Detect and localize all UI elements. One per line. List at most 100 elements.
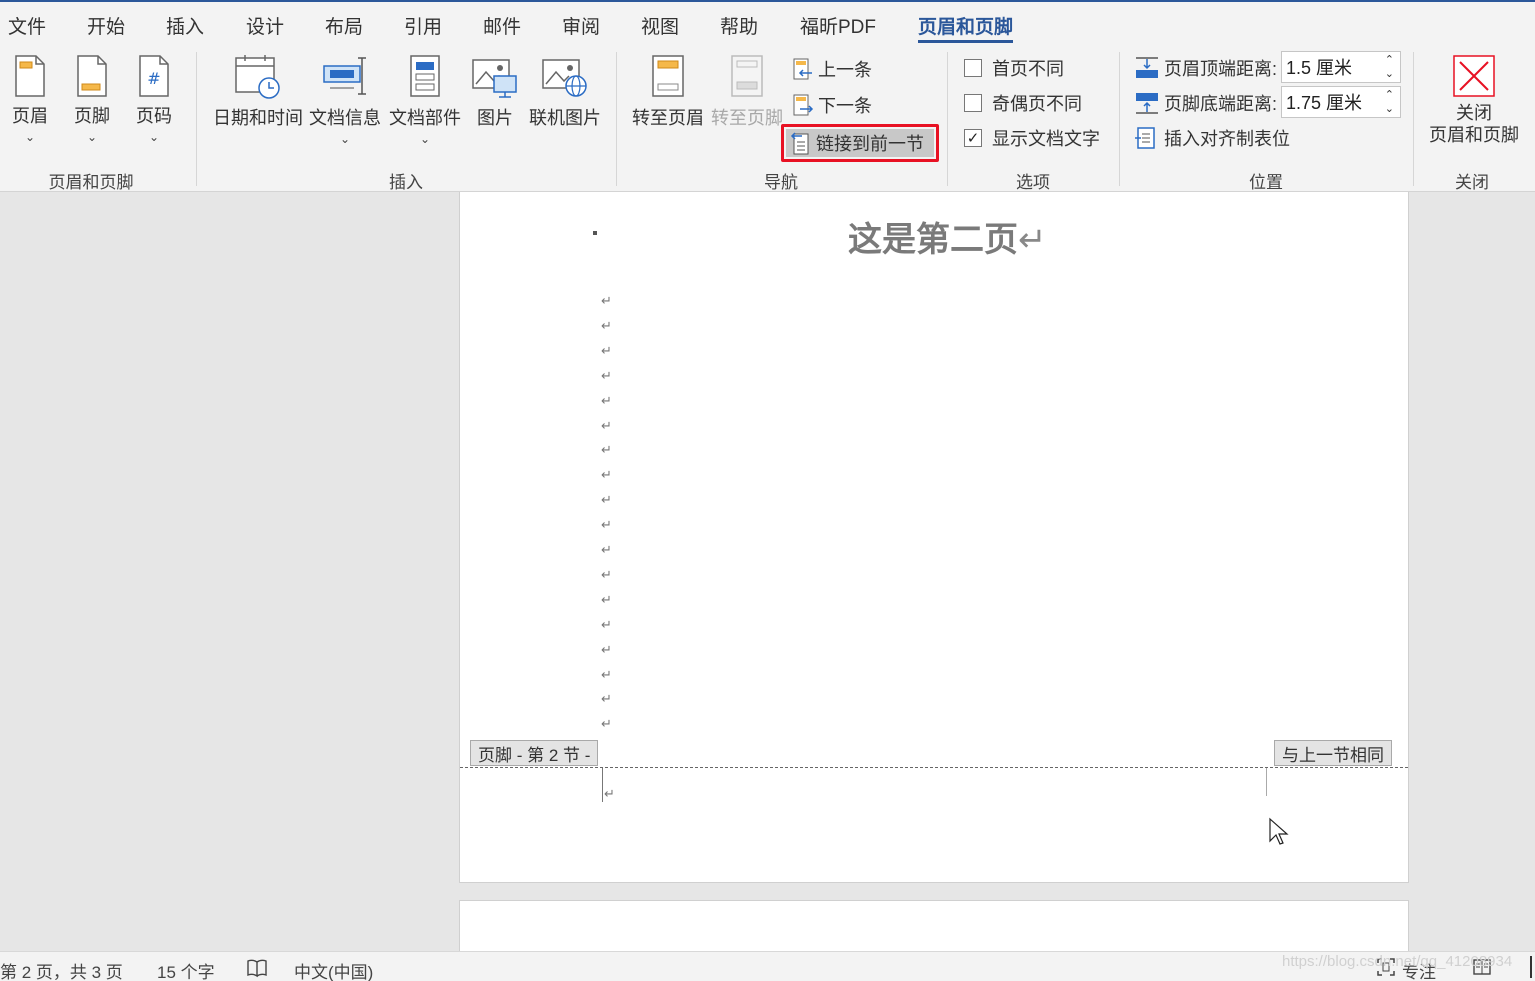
show-document-text-label: 显示文档文字 [992, 129, 1100, 149]
insert-alignment-tab-button[interactable]: 插入对齐制表位 [1134, 123, 1290, 153]
empty-paragraph-mark: ↵ [601, 591, 612, 607]
picture-button[interactable]: 图片 [470, 54, 520, 130]
group-label-insert: 插入 [389, 173, 423, 192]
tab-mailings[interactable]: 邮件 [483, 12, 521, 39]
checkbox-box [964, 59, 982, 77]
tab-foxit-pdf[interactable]: 福昕PDF [800, 12, 876, 39]
goto-footer-button[interactable]: 转至页脚 [709, 54, 785, 130]
alignment-tab-icon [1135, 127, 1155, 149]
header-top-distance-input[interactable] [1282, 56, 1378, 78]
spinner-arrows-icon[interactable]: ⌃ ⌄ [1385, 53, 1394, 81]
calendar-clock-icon [235, 55, 280, 99]
different-first-page-label: 首页不同 [992, 59, 1064, 79]
group-divider [616, 52, 617, 186]
doc-parts-label: 文档部件 [389, 108, 461, 128]
tab-layout[interactable]: 布局 [325, 12, 363, 39]
empty-paragraph-mark: ↵ [601, 641, 612, 657]
group-divider [196, 52, 197, 186]
paragraph-dot [593, 231, 597, 235]
tab-file[interactable]: 文件 [8, 12, 46, 39]
close-icon [1453, 55, 1495, 97]
doc-parts-button[interactable]: 文档部件 ⌄ [386, 54, 464, 146]
footer-icon [77, 55, 107, 97]
next-button[interactable]: 下一条 [792, 90, 872, 120]
close-label-line1: 关闭 [1456, 103, 1492, 123]
next-label: 下一条 [818, 96, 872, 116]
text-cursor [602, 768, 603, 802]
link-to-previous-icon [790, 132, 809, 155]
previous-button[interactable]: 上一条 [792, 54, 872, 84]
group-label-position: 位置 [1249, 173, 1283, 192]
header-top-distance-spinner[interactable]: ⌃⌄ [1281, 51, 1401, 83]
insert-alignment-tab-label: 插入对齐制表位 [1164, 129, 1290, 149]
proofing-book-icon[interactable] [246, 958, 268, 978]
close-header-footer-button[interactable]: 关闭 页眉和页脚 [1425, 54, 1523, 146]
empty-paragraph-mark: ↵ [601, 417, 612, 433]
spinner-arrows-icon[interactable]: ⌃ ⌄ [1385, 88, 1394, 116]
tab-header-footer[interactable]: 页眉和页脚 [918, 12, 1014, 43]
different-first-page-checkbox[interactable]: 首页不同 [964, 55, 1064, 81]
previous-section-icon [793, 58, 812, 80]
empty-paragraph-mark: ↵ [601, 691, 612, 707]
tab-view[interactable]: 视图 [641, 12, 679, 39]
chevron-down-icon: ⌄ [86, 130, 98, 144]
goto-header-icon [652, 55, 684, 97]
footer-bottom-icon [1136, 93, 1158, 114]
empty-paragraph-mark: ↵ [601, 517, 612, 533]
empty-paragraph-mark: ↵ [601, 716, 612, 732]
group-label-close: 关闭 [1455, 173, 1489, 192]
header-label: 页眉 [12, 106, 48, 126]
footer-button[interactable]: 页脚 ⌄ [70, 54, 114, 144]
page-number-label: 页码 [136, 106, 172, 126]
svg-text:#: # [147, 69, 160, 88]
empty-paragraph-mark: ↵ [601, 492, 612, 508]
paragraph-mark: ↵ [1018, 220, 1047, 260]
doc-info-label: 文档信息 [309, 108, 381, 128]
footer-bottom-distance-input[interactable] [1282, 91, 1378, 113]
tab-home[interactable]: 开始 [87, 12, 125, 39]
footer-paragraph-mark: ↵ [604, 786, 615, 801]
watermark-text: https://blog.csdn.net/qq_41208934 [1282, 953, 1513, 970]
footer-bottom-distance-spinner[interactable]: ⌃⌄ [1281, 86, 1401, 118]
online-picture-icon [542, 59, 587, 97]
mouse-pointer-icon [1269, 817, 1289, 845]
empty-paragraph-mark: ↵ [601, 616, 612, 632]
tab-insert[interactable]: 插入 [166, 12, 204, 39]
empty-paragraph-mark: ↵ [601, 367, 612, 383]
tab-design[interactable]: 设计 [246, 12, 284, 39]
tab-review[interactable]: 审阅 [562, 12, 600, 39]
same-as-previous-tag: 与上一节相同 [1274, 740, 1392, 766]
online-picture-button[interactable]: 联机图片 [527, 54, 603, 130]
group-label-navigation: 导航 [764, 173, 798, 192]
empty-paragraph-mark: ↵ [601, 666, 612, 682]
goto-header-button[interactable]: 转至页眉 [630, 54, 706, 130]
header-button[interactable]: 页眉 ⌄ [8, 54, 52, 144]
alignment-tab-marker [1266, 768, 1267, 796]
heading-text: 这是第二页 [848, 220, 1018, 260]
empty-paragraph-mark: ↵ [601, 392, 612, 408]
previous-label: 上一条 [818, 60, 872, 80]
link-to-previous-button[interactable]: 链接到前一节 [790, 128, 924, 158]
show-document-text-checkbox[interactable]: ✓ 显示文档文字 [964, 125, 1100, 151]
language[interactable]: 中文(中国) [294, 958, 373, 981]
document-parts-icon [410, 55, 440, 97]
goto-footer-label: 转至页脚 [711, 108, 783, 128]
date-time-button[interactable]: 日期和时间 [212, 54, 304, 130]
tab-references[interactable]: 引用 [404, 12, 442, 39]
different-odd-even-checkbox[interactable]: 奇偶页不同 [964, 90, 1082, 116]
chevron-down-icon: ⌄ [339, 132, 351, 146]
group-divider [947, 52, 948, 186]
header-icon [15, 55, 45, 97]
group-label-options: 选项 [1016, 173, 1050, 192]
header-top-icon [1136, 57, 1158, 78]
footer-bottom-distance-row: 页脚底端距离: [1134, 88, 1277, 118]
page-number-button[interactable]: # 页码 ⌄ [132, 54, 176, 144]
page-info[interactable]: 第 2 页，共 3 页 [0, 958, 123, 981]
empty-paragraph-mark: ↵ [601, 342, 612, 358]
goto-footer-icon [731, 55, 763, 97]
page-heading[interactable]: 这是第二页↵ [848, 212, 1047, 261]
word-count[interactable]: 15 个字 [157, 958, 215, 981]
tab-help[interactable]: 帮助 [720, 12, 758, 39]
online-picture-label: 联机图片 [529, 108, 601, 128]
doc-info-button[interactable]: 文档信息 ⌄ [306, 54, 384, 146]
